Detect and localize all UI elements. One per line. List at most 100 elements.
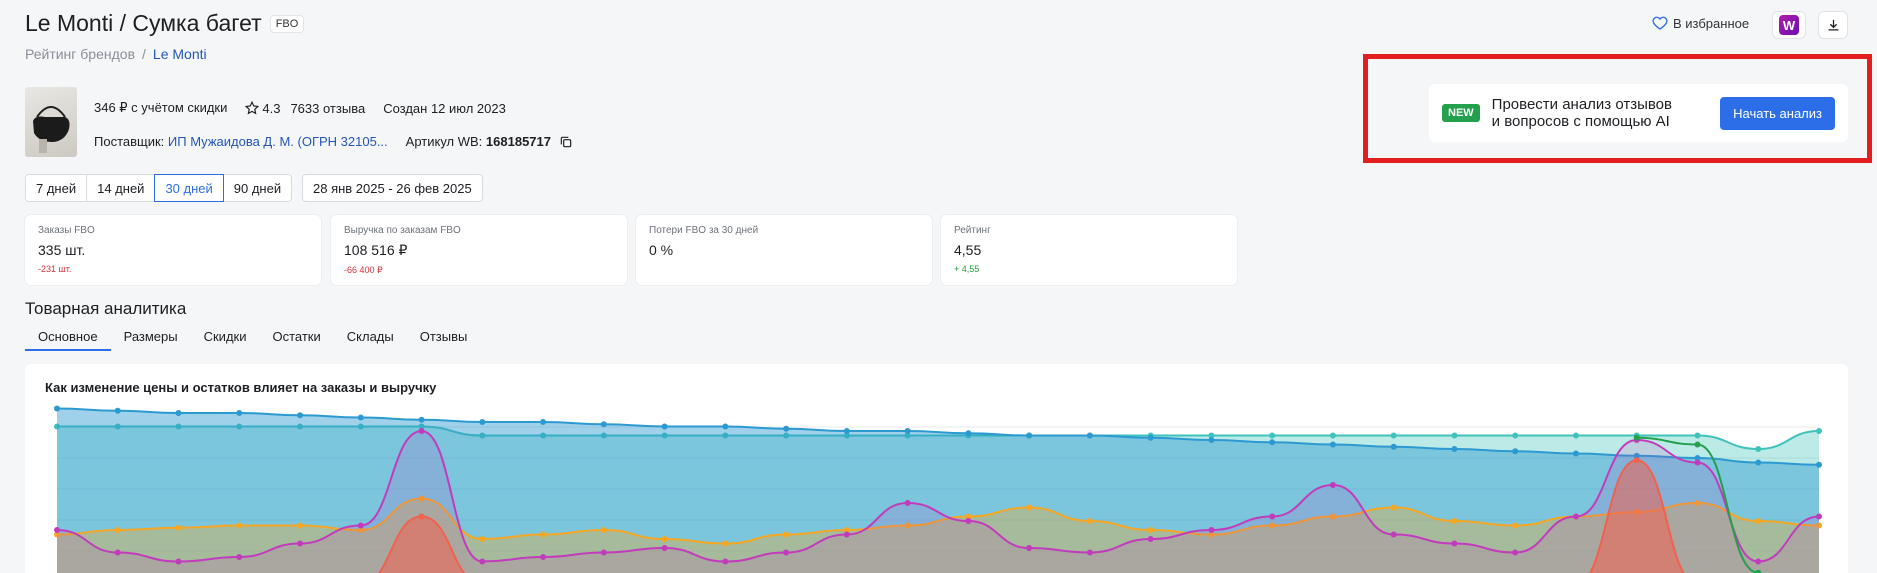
data-point[interactable] — [1633, 434, 1640, 441]
data-point[interactable] — [1755, 558, 1762, 565]
tab-warehouses[interactable]: Склады — [334, 325, 407, 351]
data-point[interactable] — [1026, 432, 1033, 439]
data-point[interactable] — [1451, 518, 1458, 524]
wildberries-button[interactable]: W — [1772, 11, 1806, 39]
data-point[interactable] — [114, 527, 121, 533]
data-point[interactable] — [1694, 459, 1701, 466]
data-point[interactable] — [418, 428, 425, 434]
data-point[interactable] — [1816, 513, 1822, 520]
data-point[interactable] — [1329, 441, 1336, 448]
data-point[interactable] — [1390, 504, 1397, 511]
data-point[interactable] — [175, 558, 182, 565]
breadcrumb-current[interactable]: Le Monti — [153, 46, 207, 62]
data-point[interactable] — [1147, 527, 1154, 533]
data-point[interactable] — [1816, 461, 1822, 468]
data-point[interactable] — [1755, 446, 1762, 452]
data-point[interactable] — [175, 524, 182, 531]
copy-icon[interactable] — [559, 135, 573, 149]
data-point[interactable] — [1512, 448, 1519, 455]
data-point[interactable] — [479, 536, 486, 542]
price-stock-chart[interactable] — [25, 364, 1848, 573]
data-point[interactable] — [1390, 443, 1397, 450]
data-point[interactable] — [1086, 518, 1093, 524]
data-point[interactable] — [54, 405, 60, 412]
data-point[interactable] — [1755, 459, 1762, 466]
data-point[interactable] — [297, 522, 304, 529]
data-point[interactable] — [1451, 446, 1458, 452]
data-point[interactable] — [722, 558, 729, 565]
data-point[interactable] — [418, 513, 425, 520]
data-point[interactable] — [783, 425, 790, 432]
data-point[interactable] — [1208, 527, 1215, 533]
download-button[interactable] — [1818, 11, 1848, 39]
data-point[interactable] — [600, 421, 607, 428]
data-point[interactable] — [965, 430, 972, 437]
date-range-picker[interactable]: 28 янв 2025 - 26 фев 2025 — [302, 174, 483, 202]
data-point[interactable] — [843, 531, 850, 538]
data-point[interactable] — [1269, 513, 1276, 520]
data-point[interactable] — [114, 549, 121, 556]
data-point[interactable] — [297, 412, 304, 419]
data-point[interactable] — [236, 410, 243, 416]
data-point[interactable] — [1390, 531, 1397, 538]
supplier-link[interactable]: ИП Мужаидова Д. М. (ОГРН 32105... — [168, 134, 388, 149]
data-point[interactable] — [1147, 536, 1154, 542]
data-point[interactable] — [1451, 540, 1458, 547]
data-point[interactable] — [236, 522, 243, 529]
data-point[interactable] — [1026, 545, 1033, 551]
data-point[interactable] — [1512, 549, 1519, 556]
data-point[interactable] — [1755, 518, 1762, 524]
data-point[interactable] — [1694, 441, 1701, 448]
data-point[interactable] — [1086, 549, 1093, 556]
data-point[interactable] — [357, 414, 364, 421]
data-point[interactable] — [600, 527, 607, 533]
data-point[interactable] — [357, 522, 364, 529]
data-point[interactable] — [1147, 434, 1154, 441]
start-analysis-button[interactable]: Начать анализ — [1720, 96, 1835, 130]
data-point[interactable] — [1816, 428, 1822, 434]
data-point[interactable] — [783, 549, 790, 556]
data-point[interactable] — [1208, 437, 1215, 443]
data-point[interactable] — [54, 527, 60, 533]
data-point[interactable] — [1269, 439, 1276, 446]
tab-sizes[interactable]: Размеры — [111, 325, 191, 351]
breadcrumb-root[interactable]: Рейтинг брендов — [25, 46, 135, 62]
data-point[interactable] — [540, 554, 547, 560]
data-point[interactable] — [479, 419, 486, 425]
period-14-days[interactable]: 14 дней — [86, 174, 156, 202]
tab-reviews[interactable]: Отзывы — [407, 325, 481, 351]
data-point[interactable] — [661, 536, 668, 542]
tab-main[interactable]: Основное — [25, 325, 111, 351]
data-point[interactable] — [904, 500, 911, 506]
data-point[interactable] — [540, 419, 547, 425]
data-point[interactable] — [1329, 432, 1336, 439]
data-point[interactable] — [1694, 432, 1701, 439]
data-point[interactable] — [1633, 457, 1640, 464]
data-point[interactable] — [965, 518, 972, 524]
data-point[interactable] — [1451, 432, 1458, 439]
period-90-days[interactable]: 90 дней — [222, 174, 293, 202]
data-point[interactable] — [1512, 432, 1519, 439]
data-point[interactable] — [1572, 450, 1579, 457]
tab-stock[interactable]: Остатки — [259, 325, 333, 351]
period-30-days[interactable]: 30 дней — [154, 174, 224, 202]
data-point[interactable] — [418, 416, 425, 423]
data-point[interactable] — [1086, 432, 1093, 439]
data-point[interactable] — [114, 407, 121, 414]
data-point[interactable] — [904, 428, 911, 434]
tab-discounts[interactable]: Скидки — [191, 325, 260, 351]
data-point[interactable] — [479, 558, 486, 565]
data-point[interactable] — [783, 531, 790, 538]
data-point[interactable] — [236, 554, 243, 560]
period-7-days[interactable]: 7 дней — [25, 174, 88, 202]
product-thumbnail[interactable] — [25, 87, 77, 157]
data-point[interactable] — [175, 410, 182, 416]
data-point[interactable] — [1390, 432, 1397, 439]
data-point[interactable] — [661, 423, 668, 430]
data-point[interactable] — [1572, 432, 1579, 439]
data-point[interactable] — [843, 428, 850, 434]
data-point[interactable] — [540, 531, 547, 538]
data-point[interactable] — [722, 423, 729, 430]
add-to-favorites-button[interactable]: В избранное — [1652, 15, 1749, 31]
data-point[interactable] — [1269, 432, 1276, 439]
